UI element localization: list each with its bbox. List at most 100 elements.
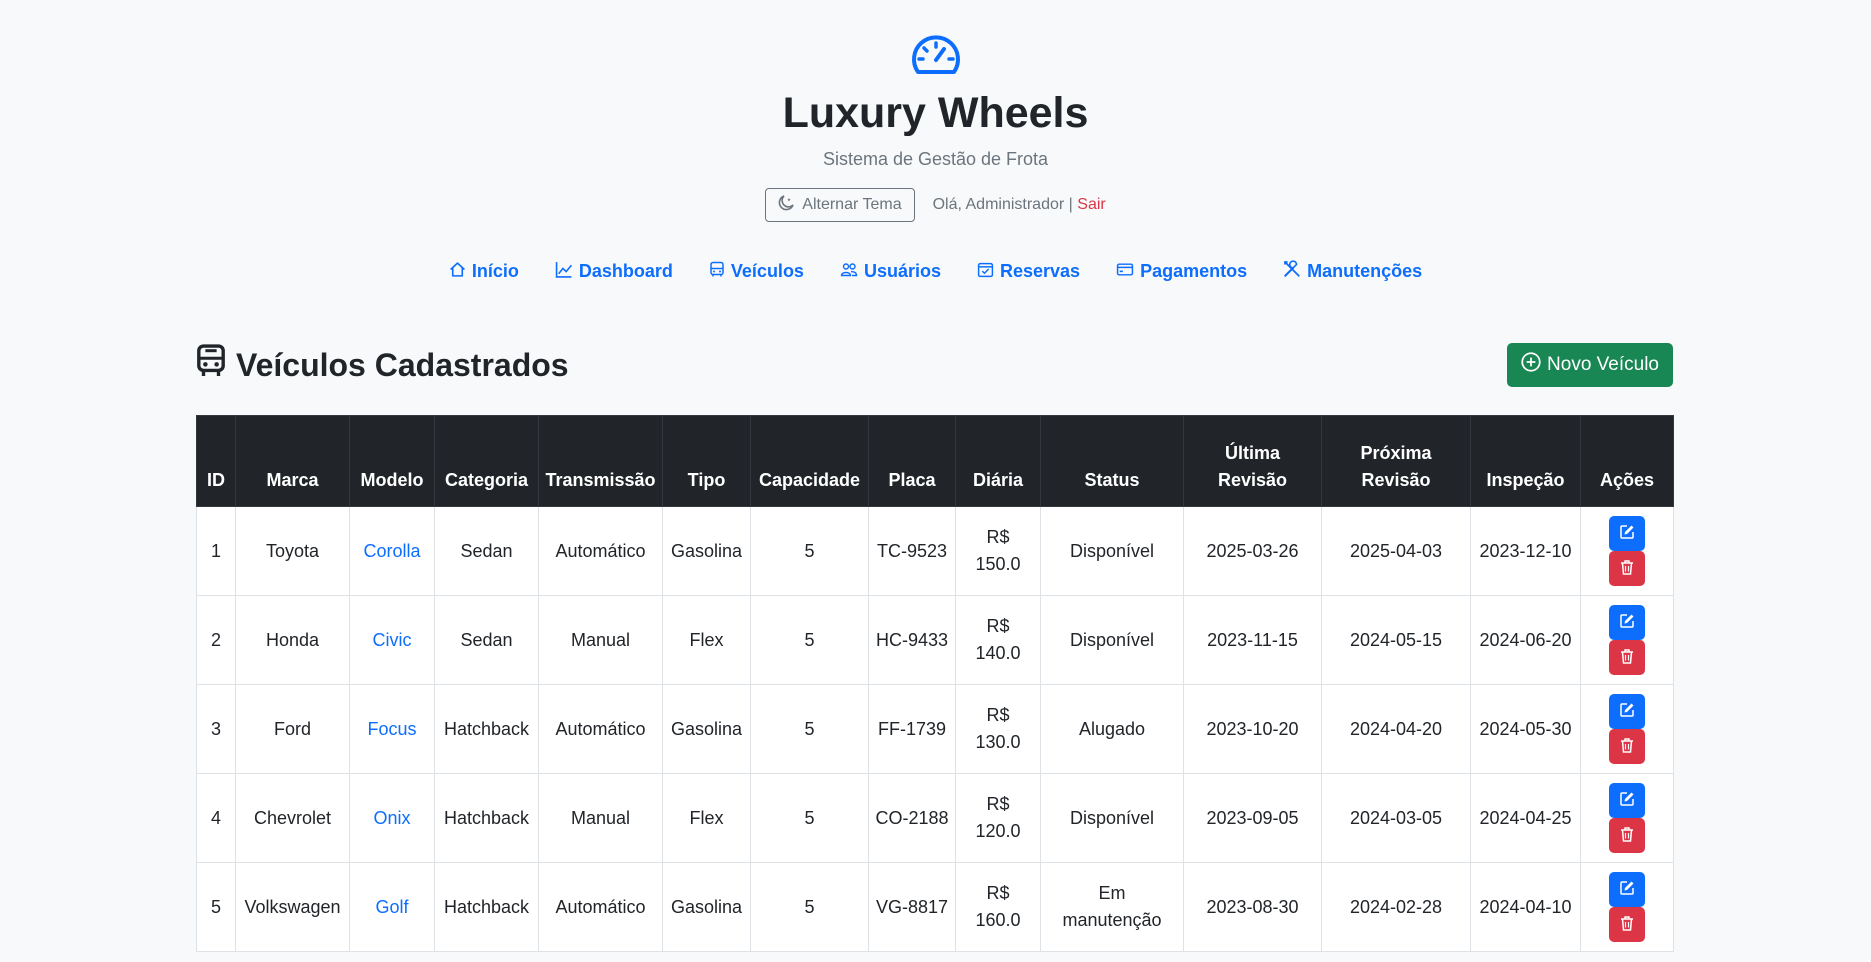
nav-label: Manutenções xyxy=(1307,261,1423,282)
app-title: Luxury Wheels xyxy=(782,89,1089,137)
edit-button[interactable] xyxy=(1609,516,1645,551)
cell-id: 5 xyxy=(196,862,236,952)
nav-item-reservas[interactable]: Reservas xyxy=(977,260,1080,283)
cell-categoria: Hatchback xyxy=(434,773,539,863)
cell-modelo-link[interactable]: Civic xyxy=(349,595,435,685)
cell-marca: Ford xyxy=(235,684,350,774)
nav-item-manutencoes[interactable]: Manutenções xyxy=(1283,260,1422,283)
edit-button[interactable] xyxy=(1609,872,1645,907)
cell-marca: Volkswagen xyxy=(235,862,350,952)
page-title: Veículos Cadastrados xyxy=(196,344,569,386)
nav-item-veiculos[interactable]: Veículos xyxy=(709,260,804,283)
trash-icon xyxy=(1619,826,1635,845)
trash-icon xyxy=(1619,915,1635,934)
cell-proxima-revisao: 2024-03-05 xyxy=(1321,773,1471,863)
cell-modelo-link[interactable]: Golf xyxy=(349,862,435,952)
trash-icon xyxy=(1619,648,1635,667)
row-actions xyxy=(1587,694,1667,764)
cell-placa: HC-9433 xyxy=(868,595,956,685)
table-row: 4 Chevrolet Onix Hatchback Manual Flex 5… xyxy=(196,773,1674,863)
edit-button[interactable] xyxy=(1609,694,1645,729)
cell-marca: Honda xyxy=(235,595,350,685)
cell-proxima-revisao: 2024-04-20 xyxy=(1321,684,1471,774)
cell-capacidade: 5 xyxy=(750,684,869,774)
cell-transmissao: Automático xyxy=(538,506,663,596)
cell-status: Disponível xyxy=(1040,506,1184,596)
cell-acoes xyxy=(1580,773,1674,863)
theme-toggle-button[interactable]: Alternar Tema xyxy=(765,188,915,223)
cell-placa: CO-2188 xyxy=(868,773,956,863)
cell-status: Disponível xyxy=(1040,595,1184,685)
cell-proxima-revisao: 2024-02-28 xyxy=(1321,862,1471,952)
title-row: Veículos Cadastrados Novo Veículo xyxy=(196,340,1673,390)
cell-status: Alugado xyxy=(1040,684,1184,774)
column-header: Próxima Revisão xyxy=(1321,415,1471,507)
cell-acoes xyxy=(1580,595,1674,685)
cell-modelo-link[interactable]: Corolla xyxy=(349,506,435,596)
cell-status: Em manutenção xyxy=(1040,862,1184,952)
house-icon xyxy=(449,261,466,283)
main-content: Veículos Cadastrados Novo Veículo ID Mar… xyxy=(196,340,1674,952)
theme-toggle-label: Alternar Tema xyxy=(802,196,902,214)
cell-tipo: Flex xyxy=(662,773,751,863)
cell-id: 2 xyxy=(196,595,236,685)
cell-id: 4 xyxy=(196,773,236,863)
column-header: Inspeção xyxy=(1470,415,1581,507)
cell-id: 1 xyxy=(196,506,236,596)
table-row: 3 Ford Focus Hatchback Automático Gasoli… xyxy=(196,684,1674,774)
nav-label: Início xyxy=(471,261,519,282)
cell-acoes xyxy=(1580,862,1674,952)
table-row: 2 Honda Civic Sedan Manual Flex 5 HC-943… xyxy=(196,595,1674,685)
cell-inspecao: 2024-04-10 xyxy=(1470,862,1581,952)
delete-button[interactable] xyxy=(1609,818,1645,853)
cell-capacidade: 5 xyxy=(750,862,869,952)
people-icon xyxy=(840,261,858,283)
greeting-text: Olá, Administrador xyxy=(932,196,1065,214)
cell-modelo-link[interactable]: Focus xyxy=(349,684,435,774)
new-vehicle-button[interactable]: Novo Veículo xyxy=(1507,343,1673,387)
logout-link[interactable]: Sair xyxy=(1077,196,1105,213)
edit-icon xyxy=(1619,613,1635,632)
edit-icon xyxy=(1619,702,1635,721)
cell-ultima-revisao: 2025-03-26 xyxy=(1183,506,1322,596)
delete-button[interactable] xyxy=(1609,551,1645,586)
cell-proxima-revisao: 2025-04-03 xyxy=(1321,506,1471,596)
cell-capacidade: 5 xyxy=(750,595,869,685)
cell-diaria: R$ 140.0 xyxy=(955,595,1041,685)
cell-ultima-revisao: 2023-09-05 xyxy=(1183,773,1322,863)
cell-placa: TC-9523 xyxy=(868,506,956,596)
nav-label: Dashboard xyxy=(578,261,673,282)
edit-icon xyxy=(1619,524,1635,543)
delete-button[interactable] xyxy=(1609,907,1645,942)
table-row: 1 Toyota Corolla Sedan Automático Gasoli… xyxy=(196,506,1674,596)
edit-button[interactable] xyxy=(1609,783,1645,818)
cell-inspecao: 2024-06-20 xyxy=(1470,595,1581,685)
cell-transmissao: Automático xyxy=(538,684,663,774)
cell-inspecao: 2023-12-10 xyxy=(1470,506,1581,596)
bus-icon xyxy=(196,344,226,386)
edit-button[interactable] xyxy=(1609,605,1645,640)
nav-item-usuarios[interactable]: Usuários xyxy=(840,260,941,283)
moon-icon xyxy=(778,195,795,216)
delete-button[interactable] xyxy=(1609,729,1645,764)
column-header: Categoria xyxy=(434,415,539,507)
column-header: Placa xyxy=(868,415,956,507)
delete-button[interactable] xyxy=(1609,640,1645,675)
table-header-row: ID Marca Modelo Categoria Transmissão Ti… xyxy=(196,415,1674,507)
column-header: Tipo xyxy=(662,415,751,507)
row-actions xyxy=(1587,783,1667,853)
cell-diaria: R$ 160.0 xyxy=(955,862,1041,952)
credit-card-icon xyxy=(1116,261,1134,283)
trash-icon xyxy=(1619,737,1635,756)
edit-icon xyxy=(1619,880,1635,899)
column-header: Diária xyxy=(955,415,1041,507)
cell-categoria: Hatchback xyxy=(434,684,539,774)
user-bar: Alternar Tema Olá, Administrador | Sair xyxy=(0,188,1871,223)
nav-item-pagamentos[interactable]: Pagamentos xyxy=(1116,260,1247,283)
row-actions xyxy=(1587,605,1667,675)
nav-item-inicio[interactable]: Início xyxy=(449,260,519,283)
nav-item-dashboard[interactable]: Dashboard xyxy=(555,260,673,283)
cell-id: 3 xyxy=(196,684,236,774)
cell-modelo-link[interactable]: Onix xyxy=(349,773,435,863)
cell-diaria: R$ 130.0 xyxy=(955,684,1041,774)
